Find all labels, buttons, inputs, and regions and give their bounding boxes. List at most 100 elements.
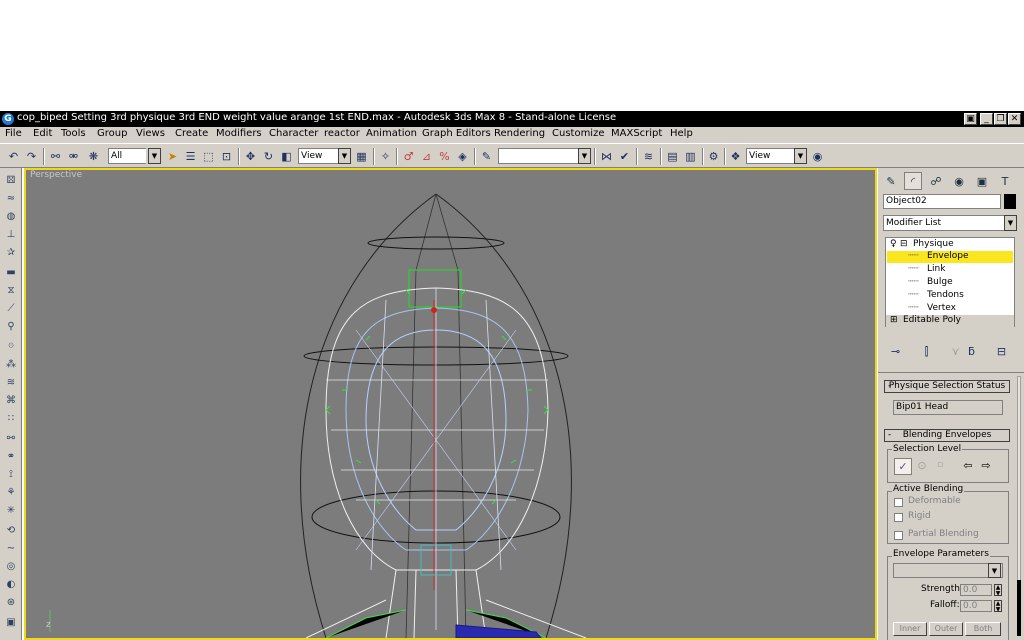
stack-item-vertex[interactable]: Vertex [927, 303, 956, 313]
spinner-snap-icon[interactable]: ◈ [455, 149, 470, 164]
menu-views[interactable]: Views [136, 128, 165, 139]
next-arrow-icon[interactable]: ⇨ [979, 458, 993, 475]
point-to-path-icon[interactable]: ⟟ [4, 468, 18, 482]
chevron-down-icon[interactable]: ▼ [148, 148, 161, 164]
layer-manager-icon[interactable]: ≋ [641, 149, 656, 164]
show-end-result-icon[interactable]: ⫿ [919, 344, 934, 359]
dashpot-icon[interactable]: ⟋ [4, 302, 18, 316]
rigid-body-icon[interactable]: ⚄ [4, 174, 18, 188]
modifier-list-dropdown[interactable]: Modifier List [883, 215, 1007, 231]
manipulate-icon[interactable]: ✧ [378, 149, 393, 164]
unlink-icon[interactable]: ⚮ [66, 149, 81, 164]
select-and-link-icon[interactable]: ⚯ [48, 149, 63, 164]
curve-editor-icon[interactable]: ▤ [665, 149, 680, 164]
angle-snap-icon[interactable]: ⊿ [419, 149, 434, 164]
water-icon[interactable]: ≋ [4, 376, 18, 390]
menu-tools[interactable]: Tools [61, 128, 86, 139]
outer-button[interactable]: Outer [929, 622, 963, 636]
schematic-view-icon[interactable]: ▥ [683, 149, 698, 164]
menu-group[interactable]: Group [97, 128, 127, 139]
scrollbar-thumb[interactable] [1017, 580, 1021, 636]
named-selection-input[interactable] [498, 148, 578, 164]
menu-character[interactable]: Character [269, 128, 318, 139]
menu-create[interactable]: Create [175, 128, 208, 139]
create-animation-icon[interactable]: ◐ [4, 578, 18, 592]
lightbulb-icon[interactable]: ♀ [890, 239, 897, 249]
rectangular-selection-icon[interactable]: ⬚ [201, 149, 216, 164]
menu-file[interactable]: File [5, 128, 22, 139]
motion-tab-icon[interactable]: ◉ [950, 172, 968, 190]
chevron-down-icon[interactable]: ▼ [988, 563, 1001, 578]
make-unique-icon[interactable]: ⋎ [948, 344, 963, 359]
stack-item-link[interactable]: Link [927, 264, 945, 274]
analyze-world-icon[interactable]: ⊛ [4, 596, 18, 610]
object-color-swatch[interactable] [1004, 194, 1016, 209]
pivot-center-icon[interactable]: ▦ [354, 149, 369, 164]
menu-graph-editors[interactable]: Graph Editors [422, 128, 491, 139]
menu-customize[interactable]: Customize [552, 128, 605, 139]
select-control-point-icon[interactable]: ⊙ [914, 458, 930, 475]
blending-envelopes-rollout[interactable]: - Blending Envelopes [884, 429, 1010, 442]
menu-help[interactable]: Help [670, 128, 693, 139]
minimize-button[interactable]: _ [980, 113, 993, 125]
linear-dashpot-icon[interactable]: ∼ [4, 542, 18, 556]
modify-tab-icon[interactable]: ◜ [904, 172, 922, 190]
fracture-icon[interactable]: ✰ [4, 246, 18, 260]
utilities-tab-icon[interactable]: T [996, 172, 1014, 190]
perspective-viewport[interactable]: Perspective z [24, 168, 877, 640]
prismatic-icon[interactable]: ⚯ [4, 432, 18, 446]
menu-animation[interactable]: Animation [366, 128, 417, 139]
deformable-checkbox[interactable] [894, 498, 903, 507]
both-button[interactable]: Both [965, 622, 1001, 636]
restore-icon[interactable]: ▣ [964, 113, 977, 125]
select-link-icon[interactable]: ✓ [894, 458, 912, 475]
stack-item-envelope[interactable]: Envelope [927, 251, 969, 261]
physique-selection-status-rollout[interactable]: - Physique Selection Status [884, 380, 1010, 393]
chevron-down-icon[interactable]: ▼ [338, 148, 351, 164]
maximize-button[interactable]: ❐ [994, 113, 1007, 125]
render-view-dropdown[interactable]: View [746, 148, 794, 164]
chevron-down-icon[interactable]: ▼ [1004, 215, 1017, 231]
rigid-checkbox[interactable] [894, 513, 903, 522]
plane-icon[interactable]: ▬ [4, 266, 18, 280]
property-editor-icon[interactable]: ▣ [4, 616, 18, 630]
inner-button[interactable]: Inner [893, 622, 927, 636]
stack-item-bulge[interactable]: Bulge [927, 277, 953, 287]
percent-snap-icon[interactable]: % [437, 149, 452, 164]
move-icon[interactable]: ✥ [243, 149, 258, 164]
scale-icon[interactable]: ◧ [279, 149, 294, 164]
select-by-name-icon[interactable]: ☰ [183, 149, 198, 164]
partial-blending-checkbox[interactable] [894, 531, 903, 540]
window-crossing-icon[interactable]: ⊡ [219, 149, 234, 164]
spring-icon[interactable]: ⧖ [4, 284, 18, 298]
preview-animation-icon[interactable]: ◎ [4, 560, 18, 574]
edit-named-selection-icon[interactable]: ✎ [479, 149, 494, 164]
undo-icon[interactable]: ↶ [6, 149, 21, 164]
chevron-down-icon[interactable]: ▼ [794, 148, 807, 164]
menu-edit[interactable]: Edit [33, 128, 52, 139]
ragdoll-icon[interactable]: ⚘ [4, 486, 18, 500]
close-button[interactable]: ✕ [1008, 113, 1021, 125]
select-object-icon[interactable]: ➤ [165, 149, 180, 164]
quick-render-icon[interactable]: ◉ [810, 149, 825, 164]
soft-body-icon[interactable]: ◍ [4, 210, 18, 224]
select-vertex-icon[interactable]: ▫ [933, 458, 947, 475]
stack-item-editable-poly[interactable]: Editable Poly [903, 315, 961, 325]
point-to-point-icon[interactable]: ∷ [4, 412, 18, 426]
redo-icon[interactable]: ↷ [24, 149, 39, 164]
object-name-field[interactable]: Object02 [883, 194, 1001, 209]
align-icon[interactable]: ✔ [617, 149, 632, 164]
strength-input[interactable]: 0.0 [960, 584, 992, 596]
motor-icon[interactable]: ⚲ [4, 320, 18, 334]
strength-spinner[interactable]: ▲ ▼ [994, 584, 1002, 597]
pin-stack-icon[interactable]: ⊸ [888, 344, 903, 359]
render-scene-icon[interactable]: ❖ [728, 149, 743, 164]
cloth-icon[interactable]: ≈ [4, 192, 18, 206]
create-tab-icon[interactable]: ✎ [882, 172, 900, 190]
menu-reactor[interactable]: reactor [324, 128, 360, 139]
falloff-spinner[interactable]: ▲ ▼ [994, 600, 1002, 613]
collapse-icon[interactable]: ⊟ [900, 239, 908, 249]
selection-filter-dropdown[interactable]: All [108, 148, 146, 164]
snap-toggle-icon[interactable]: ♂ [401, 149, 416, 164]
reference-coordinate-dropdown[interactable]: View [298, 148, 338, 164]
